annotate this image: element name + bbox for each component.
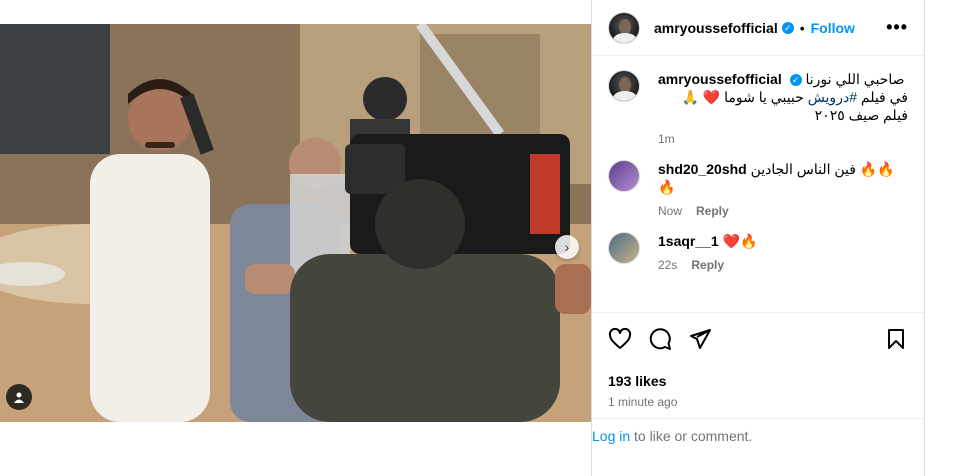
comment-username[interactable]: shd20_20shd: [658, 161, 747, 177]
commenter-avatar[interactable]: [608, 160, 640, 192]
caption-username[interactable]: amryoussefofficial: [658, 71, 782, 87]
comment-item: 1saqr__1 ❤️🔥 22s Reply: [608, 232, 908, 272]
post-side-panel: amryoussefofficial ✓ • Follow ••• amryou…: [591, 0, 925, 476]
comment-time[interactable]: 22s: [658, 258, 677, 272]
comment-text: ❤️🔥: [722, 233, 758, 249]
comment-time[interactable]: Now: [658, 204, 682, 218]
film-set-photo: [0, 24, 591, 422]
verified-icon: ✓: [781, 21, 794, 34]
caption-time[interactable]: 1m: [658, 132, 675, 146]
comments-section: amryoussefofficial ✓ صاحبي اللي نورنا في…: [592, 56, 924, 312]
caption-avatar[interactable]: [608, 70, 640, 102]
share-icon[interactable]: [688, 327, 712, 351]
login-prompt: Log in to like or comment.: [592, 418, 924, 444]
caption-line2-suffix: حبيبي يا شوما ❤️ 🙏: [681, 89, 808, 105]
post-actions: 193 likes 1 minute ago: [592, 312, 924, 418]
reply-button[interactable]: Reply: [696, 204, 729, 218]
comment-meta: 22s Reply: [658, 258, 908, 272]
separator-dot: •: [799, 19, 805, 36]
user-tag-icon: [14, 392, 24, 403]
caption-line3: فيلم صيف ٢٠٢٥: [814, 107, 908, 123]
comment-meta: Now Reply: [658, 204, 908, 218]
post-username[interactable]: amryoussefofficial: [654, 20, 778, 36]
caption-line2-prefix: في فيلم: [856, 89, 908, 105]
user-tag-button[interactable]: [6, 384, 32, 410]
post-header: amryoussefofficial ✓ • Follow •••: [592, 0, 924, 56]
next-slide-button[interactable]: ›: [555, 235, 579, 259]
caption-line2: في فيلم #درويش حبيبي يا شوما ❤️ 🙏: [658, 88, 908, 106]
caption-line1: صاحبي اللي نورنا: [805, 71, 905, 87]
caption-hashtag[interactable]: #درويش: [808, 89, 857, 105]
follow-button[interactable]: Follow: [811, 20, 855, 36]
avatar[interactable]: [608, 11, 640, 44]
heart-icon[interactable]: [608, 327, 632, 351]
reply-button[interactable]: Reply: [691, 258, 724, 272]
comment-icon[interactable]: [648, 327, 672, 351]
comment-username[interactable]: 1saqr__1: [658, 233, 719, 249]
post-media-area: ›: [0, 0, 591, 476]
caption-item: amryoussefofficial ✓ صاحبي اللي نورنا في…: [608, 70, 908, 146]
verified-icon: ✓: [789, 74, 802, 87]
post-image[interactable]: ›: [0, 24, 591, 422]
login-prompt-text: to like or comment.: [630, 428, 753, 444]
likes-count[interactable]: 193 likes: [608, 373, 908, 389]
login-link[interactable]: Log in: [592, 428, 630, 444]
post-time[interactable]: 1 minute ago: [608, 395, 908, 409]
save-icon[interactable]: [884, 327, 908, 351]
chevron-right-icon: ›: [564, 239, 570, 255]
caption-meta: 1m: [658, 132, 908, 146]
more-icon[interactable]: •••: [886, 17, 908, 38]
action-icons: [608, 327, 908, 351]
comment-item: shd20_20shd فين الناس الجادين 🔥🔥🔥 Now Re…: [608, 160, 908, 218]
commenter-avatar[interactable]: [608, 232, 640, 264]
